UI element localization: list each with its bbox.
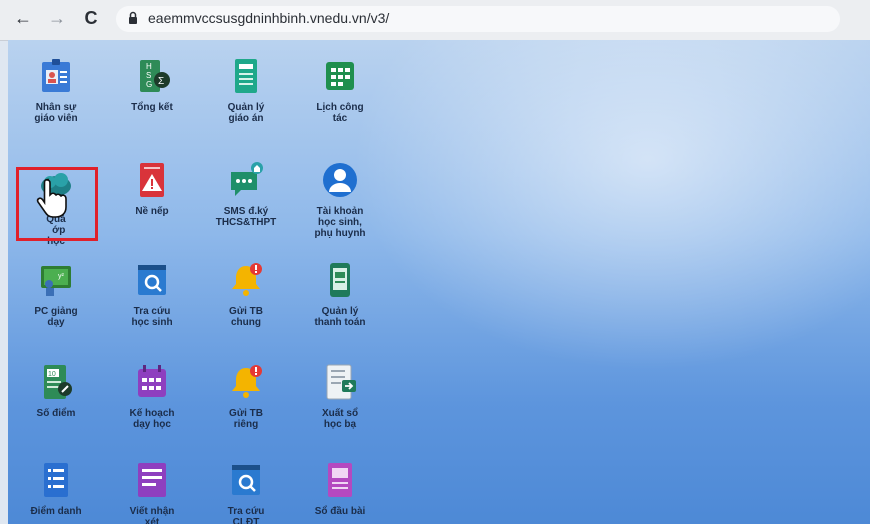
app-gui-tb-chung[interactable]: Gửi TB chung bbox=[200, 260, 292, 328]
app-label: Gửi TB chung bbox=[229, 306, 263, 328]
app-label: Tra cứu CLĐT bbox=[227, 506, 265, 524]
app-label: PC giảng dạy bbox=[34, 306, 78, 328]
lock-icon bbox=[129, 11, 137, 24]
attendance-list-icon bbox=[44, 463, 68, 497]
app-label: Tra cứu học sinh bbox=[131, 306, 173, 328]
app-label: Quản lý giáo án bbox=[227, 102, 265, 124]
svg-text:y²: y² bbox=[58, 273, 65, 280]
app-xuat-so-hoc-ba[interactable]: Xuất sổ học bạ bbox=[294, 362, 386, 430]
sms-chat-icon bbox=[231, 162, 263, 196]
app-label: Kế hoạch dạy học bbox=[129, 408, 175, 430]
hand-cursor-icon bbox=[36, 178, 67, 218]
app-label: Tổng kết bbox=[131, 102, 173, 113]
app-label: Lịch công tác bbox=[316, 102, 364, 124]
search-window-icon bbox=[232, 465, 260, 495]
app-tra-cuu-hoc-sinh[interactable]: Tra cứu học sinh bbox=[106, 260, 198, 328]
svg-text:H: H bbox=[146, 62, 152, 71]
app-label: Điểm danh bbox=[30, 506, 82, 517]
app-tong-ket[interactable]: H S G Σ Tổng kết bbox=[106, 56, 198, 113]
hsg-sigma-icon: H S G Σ bbox=[140, 60, 170, 92]
calendar-grid-icon bbox=[326, 62, 354, 90]
search-window-icon bbox=[138, 265, 166, 295]
svg-text:Σ: Σ bbox=[158, 76, 164, 87]
app-pc-giang-day[interactable]: y² PC giảng dạy bbox=[10, 260, 102, 328]
app-quan-ly-giao-an[interactable]: Quản lý giáo án bbox=[200, 56, 292, 124]
browser-window: ← → C eaemmvccsusgdninhbinh.vnedu.vn/v3/… bbox=[0, 0, 870, 524]
url-text: eaemmvccsusgdninhbinh.vnedu.vn/v3/ bbox=[148, 10, 390, 26]
app-so-diem[interactable]: 10 Số điểm bbox=[10, 362, 102, 419]
app-nhan-su[interactable]: Nhân sự giáo viên bbox=[10, 56, 102, 124]
app-lich-cong-tac[interactable]: Lịch công tác bbox=[294, 56, 386, 124]
svg-text:10: 10 bbox=[48, 371, 56, 378]
app-label: Viết nhận xét bbox=[129, 506, 175, 524]
bell-badge-icon bbox=[232, 365, 262, 398]
app-gui-tb-rieng[interactable]: Gửi TB riêng bbox=[200, 362, 292, 430]
svg-text:G: G bbox=[146, 80, 152, 89]
comment-list-icon bbox=[138, 463, 166, 497]
app-quan-ly-thanh-toan[interactable]: Quản lý thanh toán bbox=[294, 260, 386, 328]
address-bar: ← → C eaemmvccsusgdninhbinh.vnedu.vn/v3/ bbox=[0, 0, 870, 41]
reload-button[interactable]: C bbox=[80, 7, 102, 29]
forward-button[interactable]: → bbox=[46, 7, 68, 29]
warning-doc-icon bbox=[140, 163, 164, 197]
export-doc-icon bbox=[326, 364, 356, 400]
app-viet-nhan-xet[interactable]: Viết nhận xét bbox=[106, 460, 198, 524]
plan-calendar-icon bbox=[138, 365, 166, 397]
id-card-icon bbox=[42, 59, 70, 92]
app-ke-hoach-day-hoc[interactable]: Kế hoạch dạy học bbox=[106, 362, 198, 430]
bell-badge-icon bbox=[232, 263, 262, 296]
grade-book-icon: 10 bbox=[44, 365, 72, 399]
app-ne-nep[interactable]: Nề nếp bbox=[106, 160, 198, 217]
register-book-icon bbox=[328, 463, 352, 497]
svg-text:S: S bbox=[146, 71, 151, 80]
app-label: Số điểm bbox=[36, 408, 76, 419]
app-sms[interactable]: SMS đ.ký THCS&THPT bbox=[200, 160, 292, 228]
app-label: Nhân sự giáo viên bbox=[34, 102, 78, 124]
payment-phone-icon bbox=[330, 263, 350, 297]
app-label: SMS đ.ký THCS&THPT bbox=[215, 206, 277, 228]
app-tai-khoan[interactable]: Tài khoản học sinh, phụ huynh bbox=[294, 160, 386, 239]
app-label: Nề nếp bbox=[135, 206, 169, 217]
app-label: Sổ đầu bài bbox=[314, 506, 366, 517]
app-label: Gửi TB riêng bbox=[229, 408, 263, 430]
app-diem-danh[interactable]: Điểm danh bbox=[10, 460, 102, 517]
back-button[interactable]: ← bbox=[12, 7, 34, 29]
app-label: Xuất sổ học bạ bbox=[321, 408, 359, 430]
app-so-dau-bai[interactable]: Sổ đầu bài bbox=[294, 460, 386, 517]
teacher-board-icon: y² bbox=[41, 266, 71, 296]
lesson-doc-icon bbox=[235, 59, 257, 93]
app-tra-cuu-cldt[interactable]: Tra cứu CLĐT bbox=[200, 460, 292, 524]
user-avatar-icon bbox=[323, 163, 357, 197]
app-label: Quản lý thanh toán bbox=[314, 306, 366, 328]
app-label: Tài khoản học sinh, phụ huynh bbox=[314, 206, 366, 239]
